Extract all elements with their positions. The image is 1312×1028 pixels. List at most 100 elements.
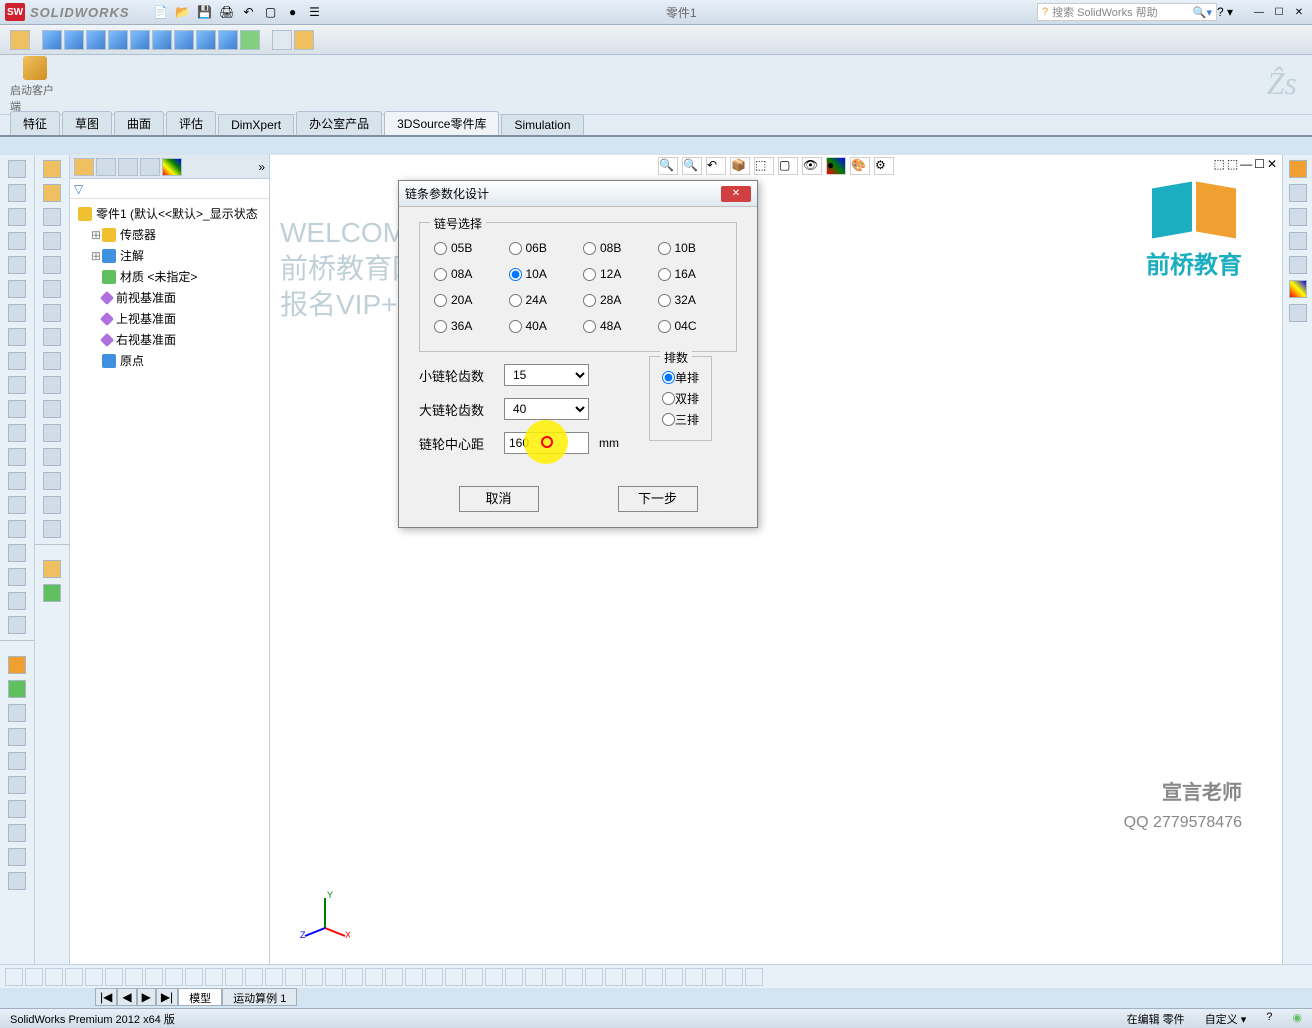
save-icon[interactable]: 💾 bbox=[194, 2, 216, 22]
tab-3dsource[interactable]: 3DSource零件库 bbox=[384, 111, 499, 135]
view-right-icon[interactable] bbox=[108, 30, 128, 50]
tree-right-plane[interactable]: 右视基准面 bbox=[74, 329, 265, 350]
minimize-button[interactable]: — bbox=[1251, 5, 1267, 19]
tree-root[interactable]: 零件1 (默认<<默认>_显示状态 bbox=[74, 203, 265, 224]
bt29-icon[interactable] bbox=[565, 968, 583, 986]
maximize-button[interactable]: ☐ bbox=[1271, 5, 1287, 19]
vp-min-icon[interactable]: — bbox=[1240, 157, 1252, 171]
radio-06B[interactable]: 06B bbox=[509, 241, 574, 255]
status-help-icon[interactable]: ? bbox=[1266, 1011, 1272, 1027]
view-settings-icon[interactable]: ⚙ bbox=[874, 157, 894, 175]
select-icon[interactable]: ▢ bbox=[260, 2, 282, 22]
lt26-icon[interactable] bbox=[8, 776, 26, 794]
l2t15-icon[interactable] bbox=[43, 496, 61, 514]
bt11-icon[interactable] bbox=[205, 968, 223, 986]
l2t8-icon[interactable] bbox=[43, 328, 61, 346]
bt26-icon[interactable] bbox=[505, 968, 523, 986]
view-bottom-icon[interactable] bbox=[152, 30, 172, 50]
lt11-icon[interactable] bbox=[8, 400, 26, 418]
radio-32A[interactable]: 32A bbox=[658, 293, 723, 307]
radio-05B[interactable]: 05B bbox=[434, 241, 499, 255]
vp-close-icon[interactable]: ✕ bbox=[1267, 157, 1277, 171]
rt-explorer-icon[interactable] bbox=[1289, 208, 1307, 226]
section-icon[interactable]: 📦 bbox=[730, 157, 750, 175]
lt10-icon[interactable] bbox=[8, 376, 26, 394]
rt-appearance-icon[interactable] bbox=[1289, 280, 1307, 298]
bt21-icon[interactable] bbox=[405, 968, 423, 986]
bt34-icon[interactable] bbox=[665, 968, 683, 986]
lt30-icon[interactable] bbox=[8, 872, 26, 890]
tree-annotations[interactable]: ⊞注解 bbox=[74, 245, 265, 266]
tab-motion-study[interactable]: 运动算例 1 bbox=[222, 988, 297, 1006]
bt3-icon[interactable] bbox=[45, 968, 63, 986]
bt36-icon[interactable] bbox=[705, 968, 723, 986]
bt13-icon[interactable] bbox=[245, 968, 263, 986]
status-stop-icon[interactable]: ◉ bbox=[1292, 1011, 1302, 1027]
l2t14-icon[interactable] bbox=[43, 472, 61, 490]
radio-08B[interactable]: 08B bbox=[583, 241, 648, 255]
axis-icon[interactable] bbox=[10, 30, 30, 50]
lt28-icon[interactable] bbox=[8, 824, 26, 842]
radio-16A[interactable]: 16A bbox=[658, 267, 723, 281]
tab-nav-first-icon[interactable]: |◀ bbox=[95, 988, 117, 1006]
lt2-icon[interactable] bbox=[8, 184, 26, 202]
vp-tile-icon[interactable]: ⬚ bbox=[1227, 157, 1238, 171]
bt18-icon[interactable] bbox=[345, 968, 363, 986]
arrange-double[interactable]: 双排 bbox=[662, 390, 699, 407]
l2t12-icon[interactable] bbox=[43, 424, 61, 442]
view-single-icon[interactable] bbox=[272, 30, 292, 50]
bt35-icon[interactable] bbox=[685, 968, 703, 986]
hide-show-icon[interactable]: 👁 bbox=[802, 157, 822, 175]
help-dropdown-icon[interactable]: ? ▾ bbox=[1217, 5, 1233, 19]
new-file-icon[interactable]: 📄 bbox=[150, 2, 172, 22]
lt9-icon[interactable] bbox=[8, 352, 26, 370]
l2t10-icon[interactable] bbox=[43, 376, 61, 394]
tab-sketch[interactable]: 草图 bbox=[62, 111, 112, 135]
tab-nav-last-icon[interactable]: ▶| bbox=[156, 988, 178, 1006]
tree-collapse-icon[interactable]: » bbox=[258, 160, 265, 174]
l2t5-icon[interactable] bbox=[43, 256, 61, 274]
lt6-icon[interactable] bbox=[8, 280, 26, 298]
radio-48A[interactable]: 48A bbox=[583, 319, 648, 333]
tab-evaluate[interactable]: 评估 bbox=[166, 111, 216, 135]
tab-simulation[interactable]: Simulation bbox=[501, 114, 583, 135]
lt5-icon[interactable] bbox=[8, 256, 26, 274]
next-button[interactable]: 下一步 bbox=[618, 486, 698, 512]
tree-sensors[interactable]: ⊞传感器 bbox=[74, 224, 265, 245]
view-left-icon[interactable] bbox=[86, 30, 106, 50]
l2t7-icon[interactable] bbox=[43, 304, 61, 322]
view-link-icon[interactable] bbox=[294, 30, 314, 50]
radio-24A[interactable]: 24A bbox=[509, 293, 574, 307]
center-dist-input[interactable] bbox=[504, 432, 589, 454]
l2t3-icon[interactable] bbox=[43, 208, 61, 226]
vp-max-icon[interactable]: ☐ bbox=[1254, 157, 1265, 171]
lt14-icon[interactable] bbox=[8, 472, 26, 490]
lt21-icon[interactable] bbox=[8, 656, 26, 674]
bt1-icon[interactable] bbox=[5, 968, 23, 986]
cancel-button[interactable]: 取消 bbox=[459, 486, 539, 512]
tab-nav-prev-icon[interactable]: ◀ bbox=[117, 988, 136, 1006]
lt18-icon[interactable] bbox=[8, 568, 26, 586]
status-custom-dropdown[interactable]: 自定义 ▾ bbox=[1205, 1011, 1247, 1027]
radio-08A[interactable]: 08A bbox=[434, 267, 499, 281]
view-normal-icon[interactable] bbox=[240, 30, 260, 50]
tree-front-plane[interactable]: 前视基准面 bbox=[74, 287, 265, 308]
lt25-icon[interactable] bbox=[8, 752, 26, 770]
tree-tab-render-icon[interactable] bbox=[162, 158, 182, 176]
zoom-fit-icon[interactable]: 🔍 bbox=[658, 157, 678, 175]
radio-04C[interactable]: 04C bbox=[658, 319, 723, 333]
bt23-icon[interactable] bbox=[445, 968, 463, 986]
radio-20A[interactable]: 20A bbox=[434, 293, 499, 307]
launch-client-button[interactable]: 启动客户端 bbox=[10, 56, 60, 114]
bt8-icon[interactable] bbox=[145, 968, 163, 986]
tab-surfaces[interactable]: 曲面 bbox=[114, 111, 164, 135]
lt29-icon[interactable] bbox=[8, 848, 26, 866]
prev-view-icon[interactable]: ↶ bbox=[706, 157, 726, 175]
tree-material[interactable]: 材质 <未指定> bbox=[74, 266, 265, 287]
tree-origin[interactable]: 原点 bbox=[74, 350, 265, 371]
lt7-icon[interactable] bbox=[8, 304, 26, 322]
l2t11-icon[interactable] bbox=[43, 400, 61, 418]
undo-icon[interactable]: ↶ bbox=[238, 2, 260, 22]
rt-palette-icon[interactable] bbox=[1289, 256, 1307, 274]
lt4-icon[interactable] bbox=[8, 232, 26, 250]
